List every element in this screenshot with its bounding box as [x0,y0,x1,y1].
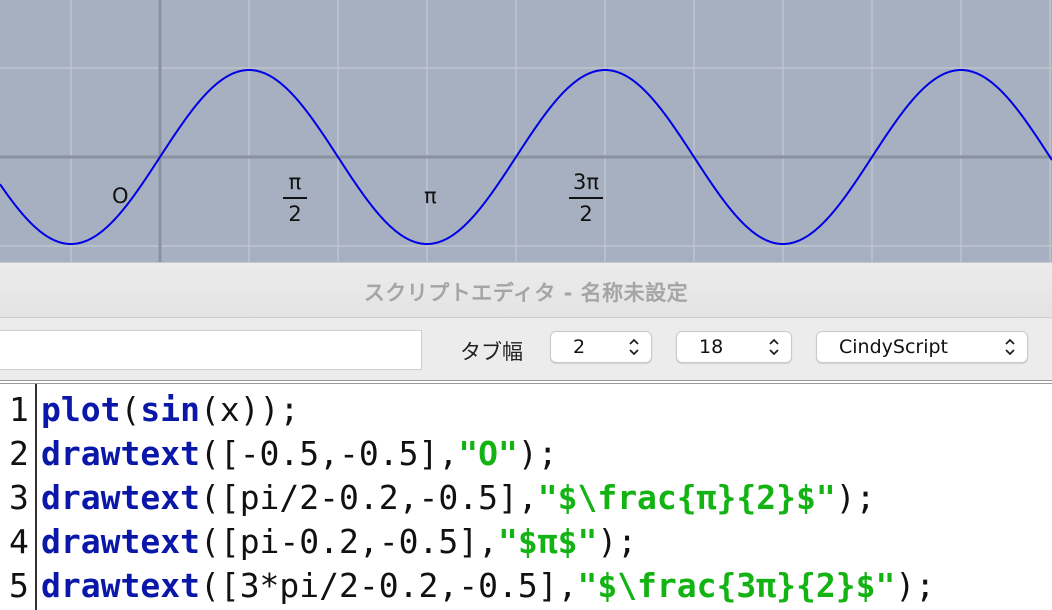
code-text: ([pi/2-0.2,-0.5], [199,478,538,517]
window-title: スクリプトエディタ - 名称未設定 [363,281,689,305]
pi-label: π [424,184,437,208]
code-text: ( [120,390,141,429]
line-number: 5 [9,566,29,605]
code-keyword: drawtext [41,434,200,473]
search-input[interactable] [0,330,422,370]
code-text: ([pi-0.2,-0.5], [199,522,498,561]
code-text: ([3*pi/2-0.2,-0.5], [199,566,578,605]
code-line[interactable]: drawtext([pi/2-0.2,-0.5],"$\frac{π}{2}$"… [41,476,875,520]
code-string: "$π$" [497,522,598,561]
script-editor-titlebar[interactable]: スクリプトエディタ - 名称未設定 [0,262,1052,318]
line-number: 4 [9,522,29,561]
language-value: CindyScript [839,336,948,358]
font-size-value: 18 [699,336,724,358]
language-select[interactable]: CindyScript [816,331,1028,363]
code-keyword: drawtext [41,566,200,605]
origin-label: O [112,184,129,208]
code-text: ([-0.5,-0.5], [199,434,459,473]
code-text: (x)); [199,390,300,429]
editor-toolbar: タブ幅 2 18 CindyScript [0,318,1052,380]
tab-width-label: タブ幅 [460,340,523,364]
pi-half-label: π 2 [275,172,315,225]
plot-area [0,0,1052,262]
code-text: ); [597,522,638,561]
line-number: 3 [9,478,29,517]
code-keyword: drawtext [41,522,200,561]
three-pi-half-label: 3π 2 [566,172,606,225]
code-editor[interactable]: 12345 plot(sin(x)); drawtext([-0.5,-0.5],… [0,384,1052,610]
tab-width-value: 2 [573,336,586,358]
code-line[interactable]: drawtext([-0.5,-0.5],"O"); [41,432,558,476]
updown-chevron-icon [769,338,779,356]
code-keyword: drawtext [41,478,200,517]
code-text: ); [835,478,876,517]
code-text: ); [895,566,936,605]
code-string: "$\frac{3π}{2}$" [577,566,896,605]
code-line[interactable]: drawtext([pi-0.2,-0.5],"$π$"); [41,520,637,564]
code-string: "O" [458,434,518,473]
code-text: ); [517,434,558,473]
code-line[interactable]: plot(sin(x)); [41,388,299,432]
code-keyword: sin [140,390,200,429]
code-keyword: plot [41,390,121,429]
tab-width-select[interactable]: 2 [550,331,652,363]
updown-chevron-icon [629,338,639,356]
code-line[interactable]: drawtext([3*pi/2-0.2,-0.5],"$\frac{3π}{2… [41,564,935,608]
code-string: "$\frac{π}{2}$" [537,478,836,517]
line-number-gutter: 1 2 3 4 5 [0,384,37,610]
line-number: 1 [9,390,29,429]
line-number: 2 [9,434,29,473]
geometry-canvas[interactable]: O π 2 π 3π 2 [0,0,1052,262]
font-size-select[interactable]: 18 [676,331,792,363]
updown-chevron-icon [1005,338,1015,356]
